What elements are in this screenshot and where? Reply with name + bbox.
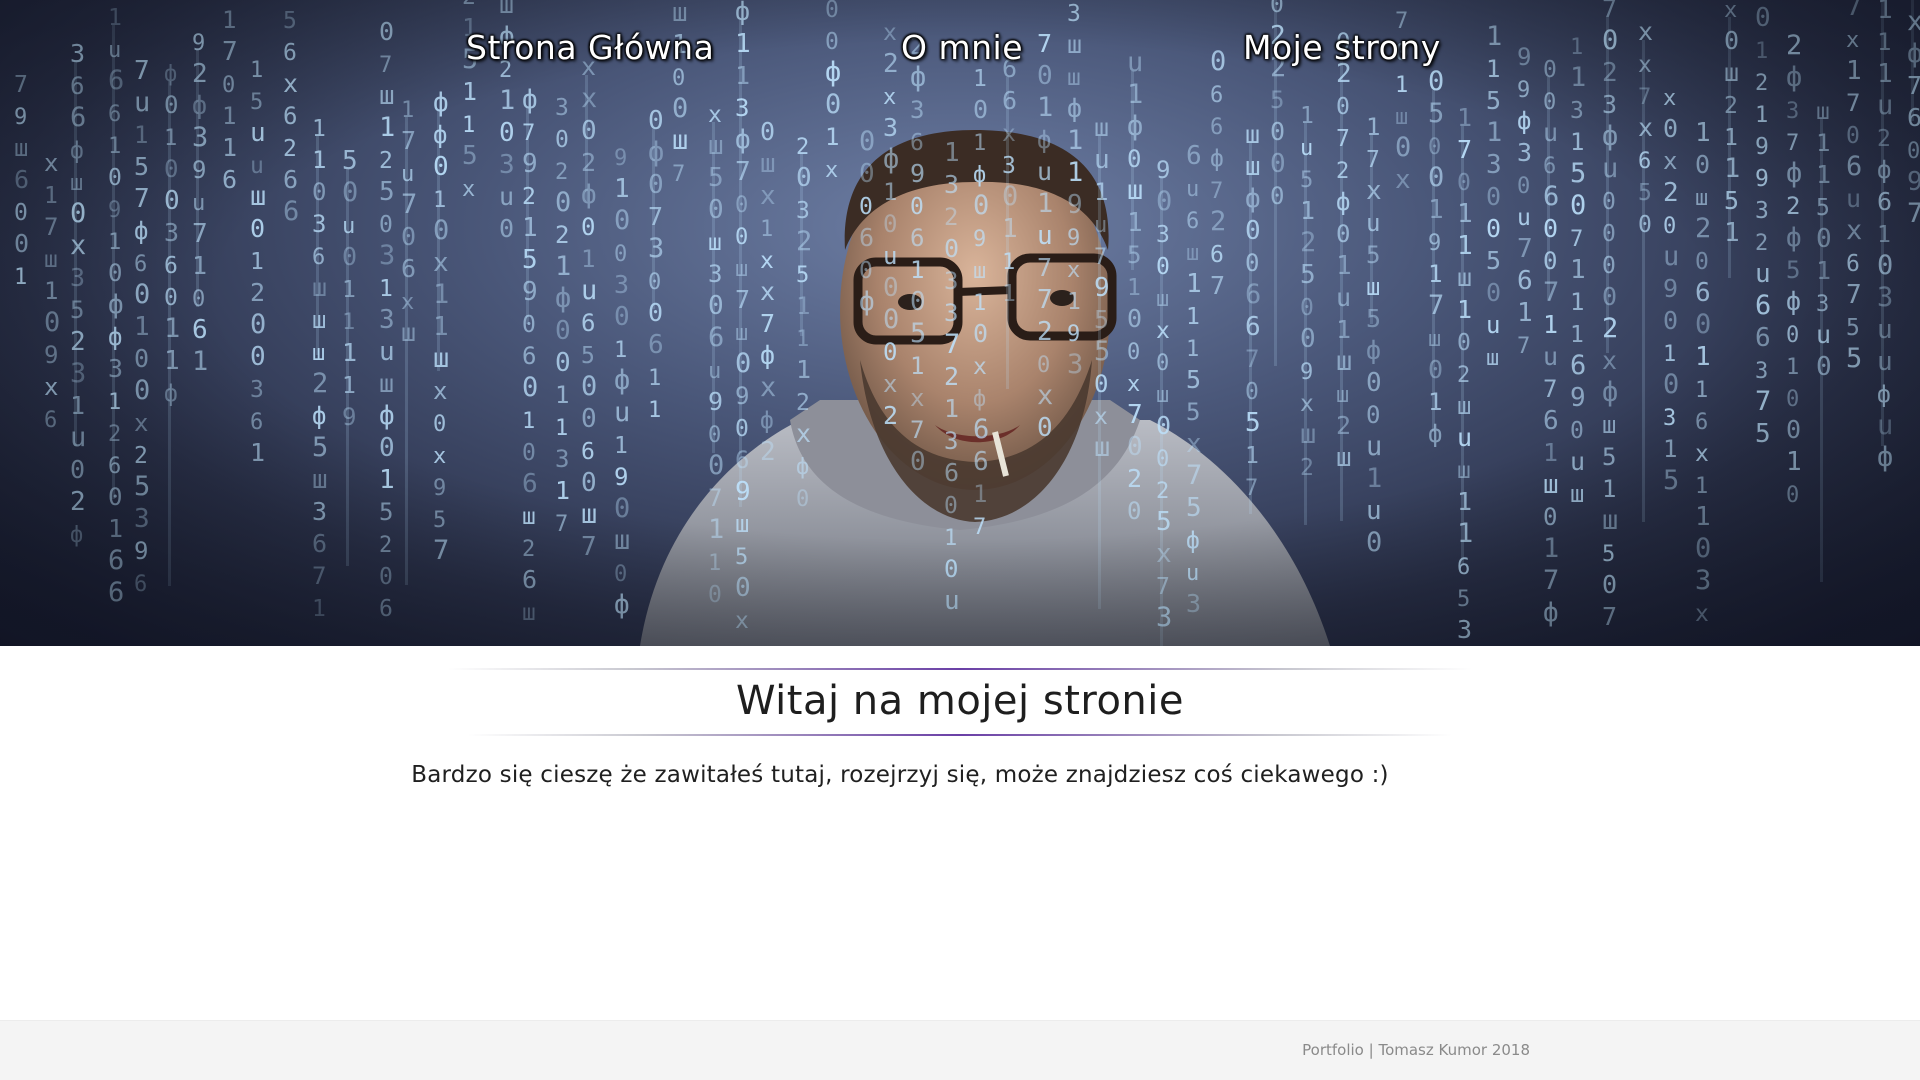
nav-link-about[interactable]: O mnie: [901, 28, 1023, 67]
nav-link-home[interactable]: Strona Główna: [466, 28, 714, 67]
nav-link-my-sites[interactable]: Moje strony: [1243, 28, 1441, 67]
hero-banner: 79ш6001x17ш109x6366фш0x35231u02ф1u661091…: [0, 0, 1920, 646]
footer: Portfolio | Tomasz Kumor 2018: [0, 1020, 1920, 1080]
footer-credit: Portfolio | Tomasz Kumor 2018: [1302, 1041, 1530, 1059]
divider-top: [448, 668, 1472, 670]
page-title: Witaj na mojej stronie: [735, 678, 1184, 724]
divider-bottom: [468, 734, 1452, 736]
welcome-header: Witaj na mojej stronie: [448, 668, 1472, 736]
top-navigation: Strona Główna O mnie Moje strony: [0, 0, 1920, 104]
intro-text: Bardzo się cieszę że zawitałeś tutaj, ro…: [411, 762, 1389, 788]
